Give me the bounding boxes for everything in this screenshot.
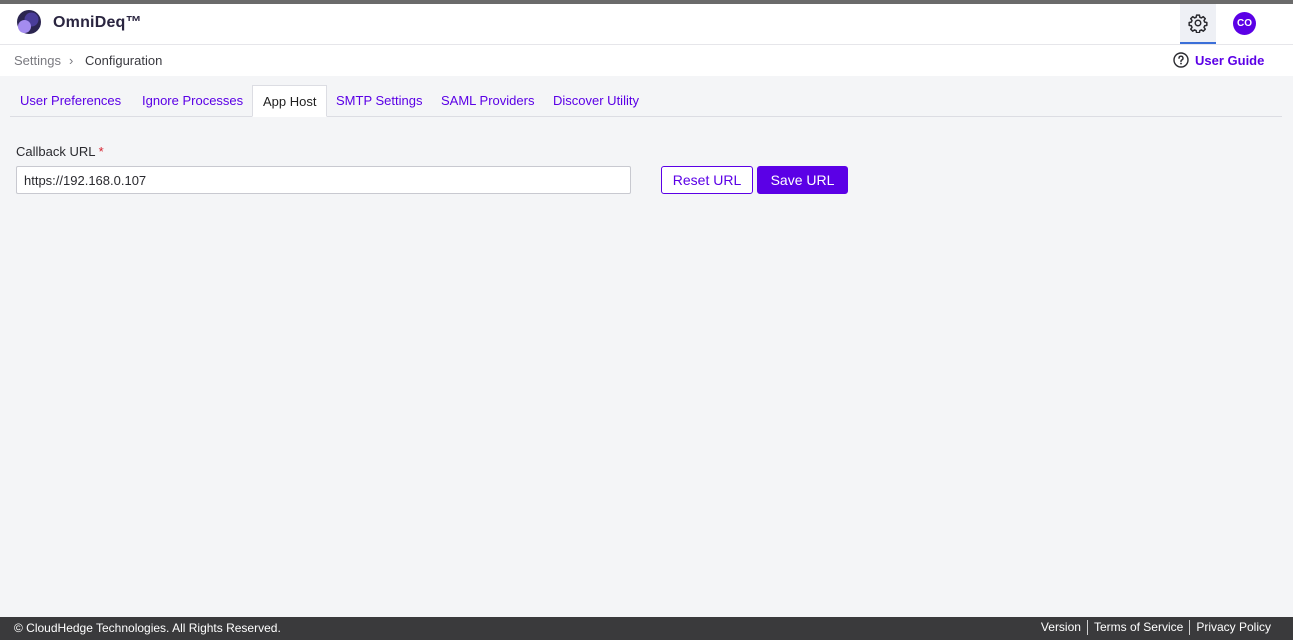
callback-url-label-text: Callback URL (16, 144, 95, 159)
tab-app-host[interactable]: App Host (252, 85, 328, 117)
footer-link-version[interactable]: Version (1035, 620, 1087, 635)
reset-url-button[interactable]: Reset URL (661, 166, 753, 194)
tab-discover-utility[interactable]: Discover Utility (543, 85, 649, 117)
footer-link-terms[interactable]: Terms of Service (1086, 620, 1189, 635)
footer-links: Version Terms of Service Privacy Policy (1035, 620, 1277, 635)
footer: © CloudHedge Technologies. All Rights Re… (0, 617, 1293, 640)
callback-url-label: Callback URL * (16, 144, 104, 159)
required-mark: * (98, 144, 104, 159)
chevron-right-icon: › (69, 53, 74, 68)
callback-url-input[interactable] (16, 166, 631, 194)
gear-icon (1188, 14, 1208, 33)
tab-saml-providers[interactable]: SAML Providers (431, 85, 544, 117)
help-circle-icon (1173, 52, 1189, 68)
footer-link-privacy[interactable]: Privacy Policy (1189, 620, 1277, 635)
tab-ignore-processes[interactable]: Ignore Processes (132, 85, 253, 117)
app-logo-icon[interactable] (17, 10, 41, 34)
tab-smtp-settings[interactable]: SMTP Settings (326, 85, 432, 117)
breadcrumb-bar: Settings › Configuration User Guide (0, 45, 1293, 76)
save-url-button[interactable]: Save URL (757, 166, 848, 194)
breadcrumb-settings[interactable]: Settings (14, 53, 61, 68)
user-guide-link[interactable]: User Guide (1173, 52, 1264, 68)
user-avatar[interactable]: CO (1233, 12, 1256, 35)
settings-tabs: User Preferences Ignore Processes App Ho… (10, 85, 1282, 117)
app-name: OmniDeq™ (53, 14, 142, 31)
tab-user-preferences[interactable]: User Preferences (10, 85, 131, 117)
user-guide-label: User Guide (1195, 52, 1265, 68)
top-header: OmniDeq™ CO (0, 4, 1293, 45)
settings-button[interactable] (1180, 4, 1216, 44)
breadcrumb-configuration: Configuration (85, 53, 163, 68)
copyright-text: © CloudHedge Technologies. All Rights Re… (14, 621, 281, 635)
